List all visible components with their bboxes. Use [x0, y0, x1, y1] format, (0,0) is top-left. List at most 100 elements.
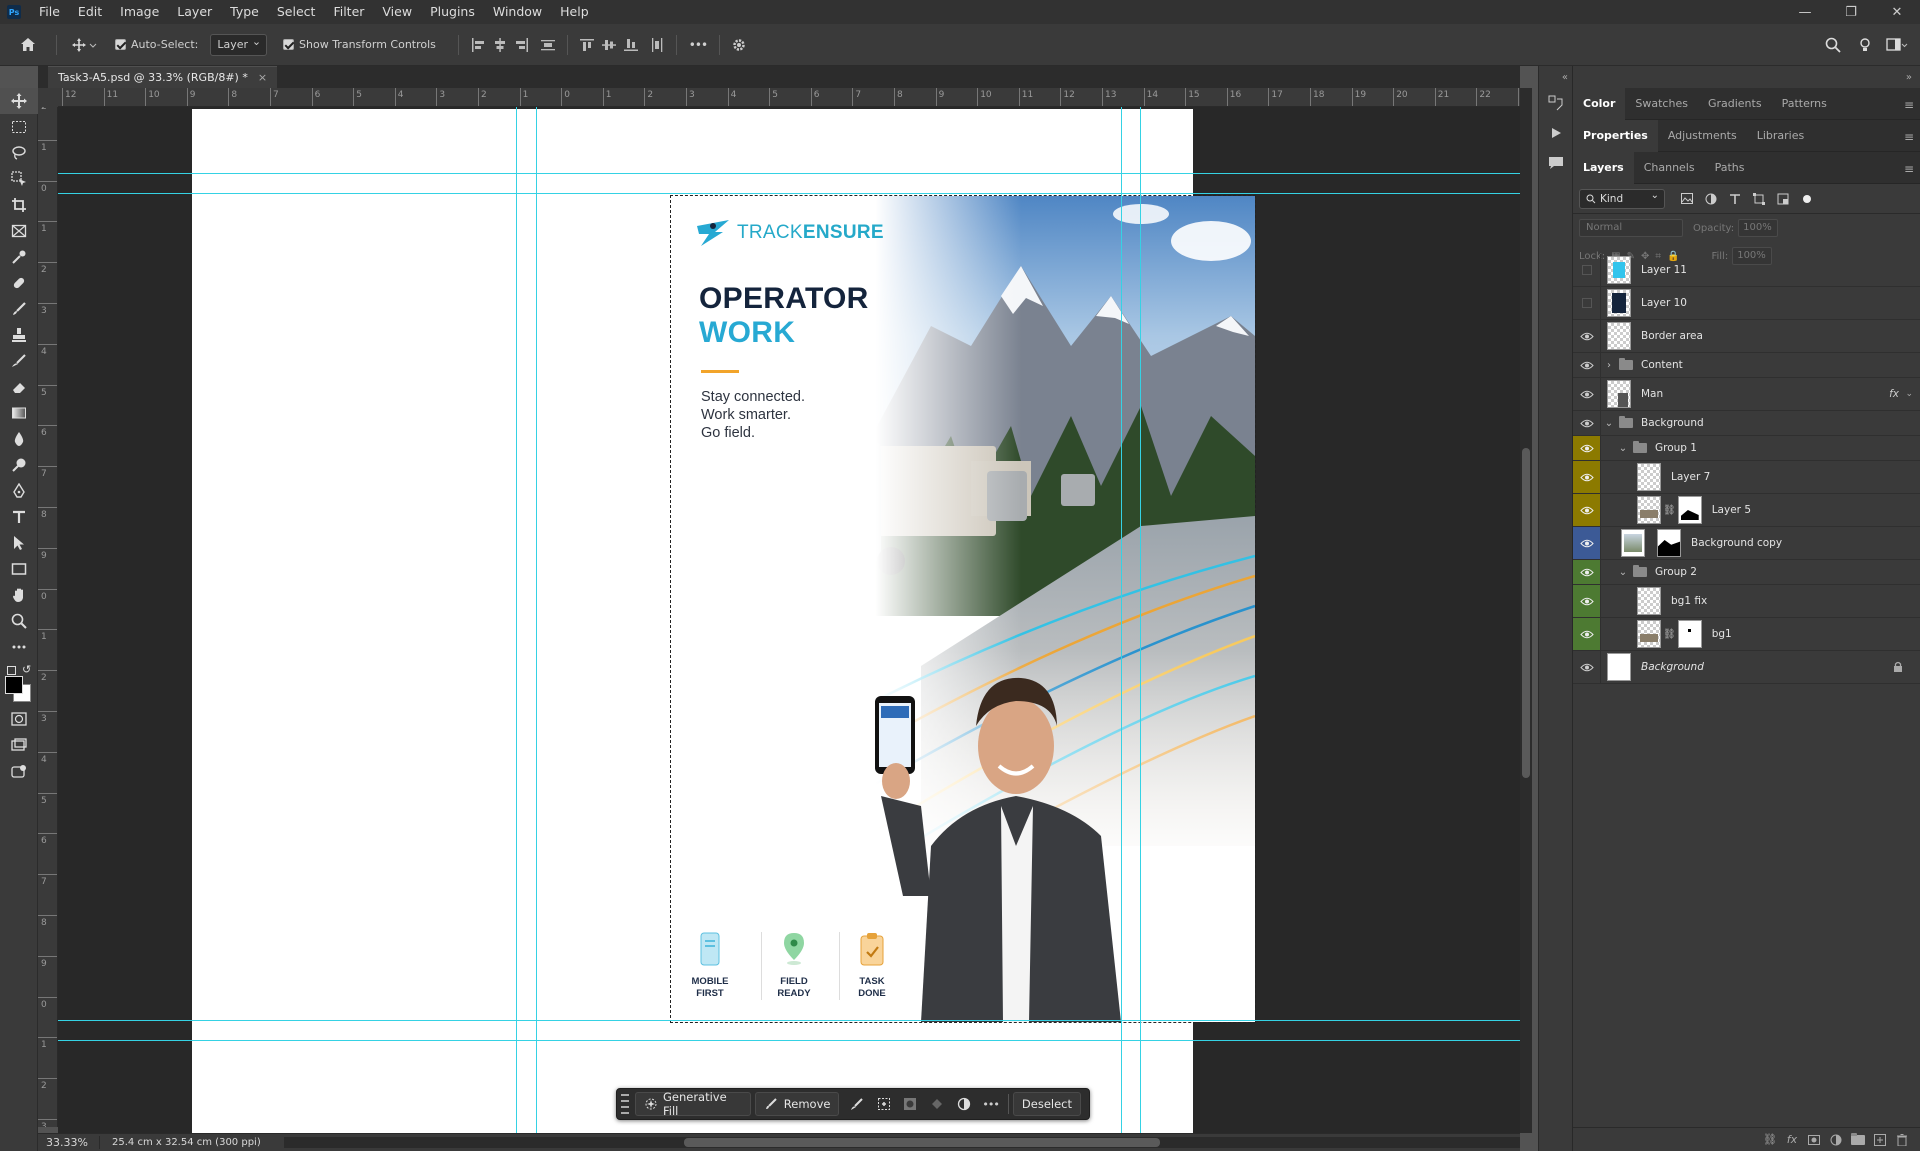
- clone-stamp-tool[interactable]: [0, 322, 38, 348]
- layer-row[interactable]: Layer 7: [1573, 461, 1920, 494]
- visibility-toggle[interactable]: [1573, 618, 1601, 650]
- tab-adjustments[interactable]: Adjustments: [1658, 120, 1747, 152]
- pen-tool[interactable]: [0, 478, 38, 504]
- crop-tool[interactable]: [0, 192, 38, 218]
- ruler-origin[interactable]: [38, 88, 58, 107]
- chevron-down-icon[interactable]: ⌄: [1603, 418, 1615, 429]
- align-center-h-button[interactable]: [489, 34, 511, 56]
- marquee-tool[interactable]: [0, 114, 38, 140]
- tab-swatches[interactable]: Swatches: [1625, 88, 1698, 120]
- frame-tool[interactable]: [0, 218, 38, 244]
- new-group-button[interactable]: [1847, 1130, 1869, 1150]
- layer-row[interactable]: ⛓ bg1: [1573, 618, 1920, 651]
- workspace-button[interactable]: [1886, 34, 1908, 56]
- distribute-horizontal-button[interactable]: [646, 34, 668, 56]
- menu-filter[interactable]: Filter: [324, 0, 373, 24]
- canvas-area[interactable]: TRACKENSURE OPERATOR WORK Stay connected…: [58, 107, 1520, 1133]
- layer-mask-thumbnail[interactable]: [1677, 620, 1702, 648]
- guide-vertical[interactable]: [1121, 107, 1122, 1133]
- guide-vertical[interactable]: [516, 107, 517, 1133]
- link-chain-icon[interactable]: ⛓: [1663, 629, 1676, 640]
- menu-edit[interactable]: Edit: [69, 0, 111, 24]
- blend-mode-dropdown[interactable]: Normal: [1579, 219, 1683, 237]
- vertical-scrollbar[interactable]: [1520, 88, 1532, 1133]
- screen-mode-button[interactable]: [0, 732, 38, 758]
- chevron-right-icon[interactable]: ›: [1603, 360, 1615, 371]
- layer-row[interactable]: bg1 fix: [1573, 585, 1920, 618]
- chevron-down-icon[interactable]: ⌄: [1617, 443, 1629, 454]
- document-size-info[interactable]: 25.4 cm x 32.54 cm (300 ppi): [112, 1137, 261, 1148]
- blur-tool[interactable]: [0, 426, 38, 452]
- restore-button[interactable]: ❐: [1828, 0, 1874, 24]
- layer-row[interactable]: Background: [1573, 651, 1920, 684]
- visibility-toggle[interactable]: [1573, 651, 1601, 683]
- guide-horizontal[interactable]: [58, 173, 1520, 174]
- close-tab-icon[interactable]: ×: [258, 71, 267, 84]
- history-panel-button[interactable]: [1539, 88, 1573, 118]
- visibility-toggle[interactable]: [1573, 461, 1601, 493]
- discover-button[interactable]: [1854, 34, 1876, 56]
- type-tool[interactable]: [0, 504, 38, 530]
- distribute-vertical-button[interactable]: [537, 34, 559, 56]
- panel-menu-icon[interactable]: ≡: [1904, 98, 1914, 112]
- visibility-toggle[interactable]: [1573, 527, 1601, 559]
- eyedropper-tool[interactable]: [0, 244, 38, 270]
- align-top-button[interactable]: [576, 34, 598, 56]
- mask-button[interactable]: [897, 1092, 924, 1116]
- guide-horizontal[interactable]: [58, 1040, 1520, 1041]
- align-middle-button[interactable]: [598, 34, 620, 56]
- chevron-down-icon[interactable]: ⌄: [1905, 389, 1913, 399]
- gradient-tool[interactable]: [0, 400, 38, 426]
- layer-effects-fx-icon[interactable]: fx: [1889, 388, 1899, 400]
- zoom-level[interactable]: 33.33%: [38, 1136, 100, 1149]
- close-window-button[interactable]: ✕: [1874, 0, 1920, 24]
- swap-colors-icon[interactable]: ↺: [22, 663, 31, 676]
- align-bottom-button[interactable]: [620, 34, 642, 56]
- visibility-toggle[interactable]: [1573, 320, 1601, 352]
- minimize-button[interactable]: —: [1782, 0, 1828, 24]
- guide-vertical[interactable]: [1140, 107, 1141, 1133]
- home-button[interactable]: [8, 32, 48, 58]
- edit-toolbar-button[interactable]: [0, 634, 38, 660]
- more-options-button[interactable]: •••: [685, 32, 711, 58]
- visibility-toggle[interactable]: [1573, 353, 1601, 377]
- kind-filter-dropdown[interactable]: Kind: [1579, 188, 1665, 209]
- visibility-toggle[interactable]: [1573, 411, 1601, 435]
- healing-brush-tool[interactable]: [0, 270, 38, 296]
- group-row[interactable]: ⌄ Group 2: [1573, 560, 1920, 585]
- tab-channels[interactable]: Channels: [1634, 152, 1705, 184]
- auto-select-target-dropdown[interactable]: Layer: [210, 32, 268, 56]
- filter-adjustment-button[interactable]: [1699, 189, 1723, 209]
- add-mask-button[interactable]: [1803, 1130, 1825, 1150]
- auto-select-checkbox[interactable]: Auto-Select:: [115, 32, 198, 58]
- document-tab[interactable]: Task3-A5.psd @ 33.3% (RGB/8#) * ×: [48, 66, 278, 88]
- comments-panel-button[interactable]: [1539, 148, 1573, 178]
- delete-layer-button[interactable]: [1891, 1130, 1913, 1150]
- visibility-toggle[interactable]: [1573, 494, 1601, 526]
- layer-row[interactable]: Man fx ⌄: [1573, 378, 1920, 411]
- visibility-toggle-off[interactable]: [1573, 287, 1601, 319]
- visibility-toggle[interactable]: [1573, 585, 1601, 617]
- layer-row[interactable]: Background copy: [1573, 527, 1920, 560]
- quick-mask-button[interactable]: [0, 706, 38, 732]
- group-row[interactable]: › Content: [1573, 353, 1920, 378]
- menu-window[interactable]: Window: [484, 0, 551, 24]
- new-adjustment-layer-button[interactable]: [1825, 1130, 1847, 1150]
- eraser-tool[interactable]: [0, 374, 38, 400]
- layer-row[interactable]: Layer 10: [1573, 287, 1920, 320]
- panels-collapse-icon[interactable]: »: [1573, 66, 1920, 88]
- tab-libraries[interactable]: Libraries: [1747, 120, 1815, 152]
- move-tool-preset-button[interactable]: [65, 32, 105, 58]
- remove-button[interactable]: Remove: [754, 1092, 840, 1116]
- drag-handle-icon[interactable]: [621, 1094, 629, 1114]
- guide-horizontal[interactable]: [58, 193, 1520, 194]
- tab-gradients[interactable]: Gradients: [1698, 88, 1772, 120]
- menu-select[interactable]: Select: [268, 0, 325, 24]
- adjustment-button[interactable]: [950, 1092, 977, 1116]
- menu-type[interactable]: Type: [221, 0, 268, 24]
- filter-type-button[interactable]: [1723, 189, 1747, 209]
- tab-color[interactable]: Color: [1573, 87, 1626, 120]
- default-colors-icon[interactable]: [7, 666, 16, 675]
- menu-file[interactable]: File: [30, 0, 69, 24]
- move-tool[interactable]: [0, 88, 38, 114]
